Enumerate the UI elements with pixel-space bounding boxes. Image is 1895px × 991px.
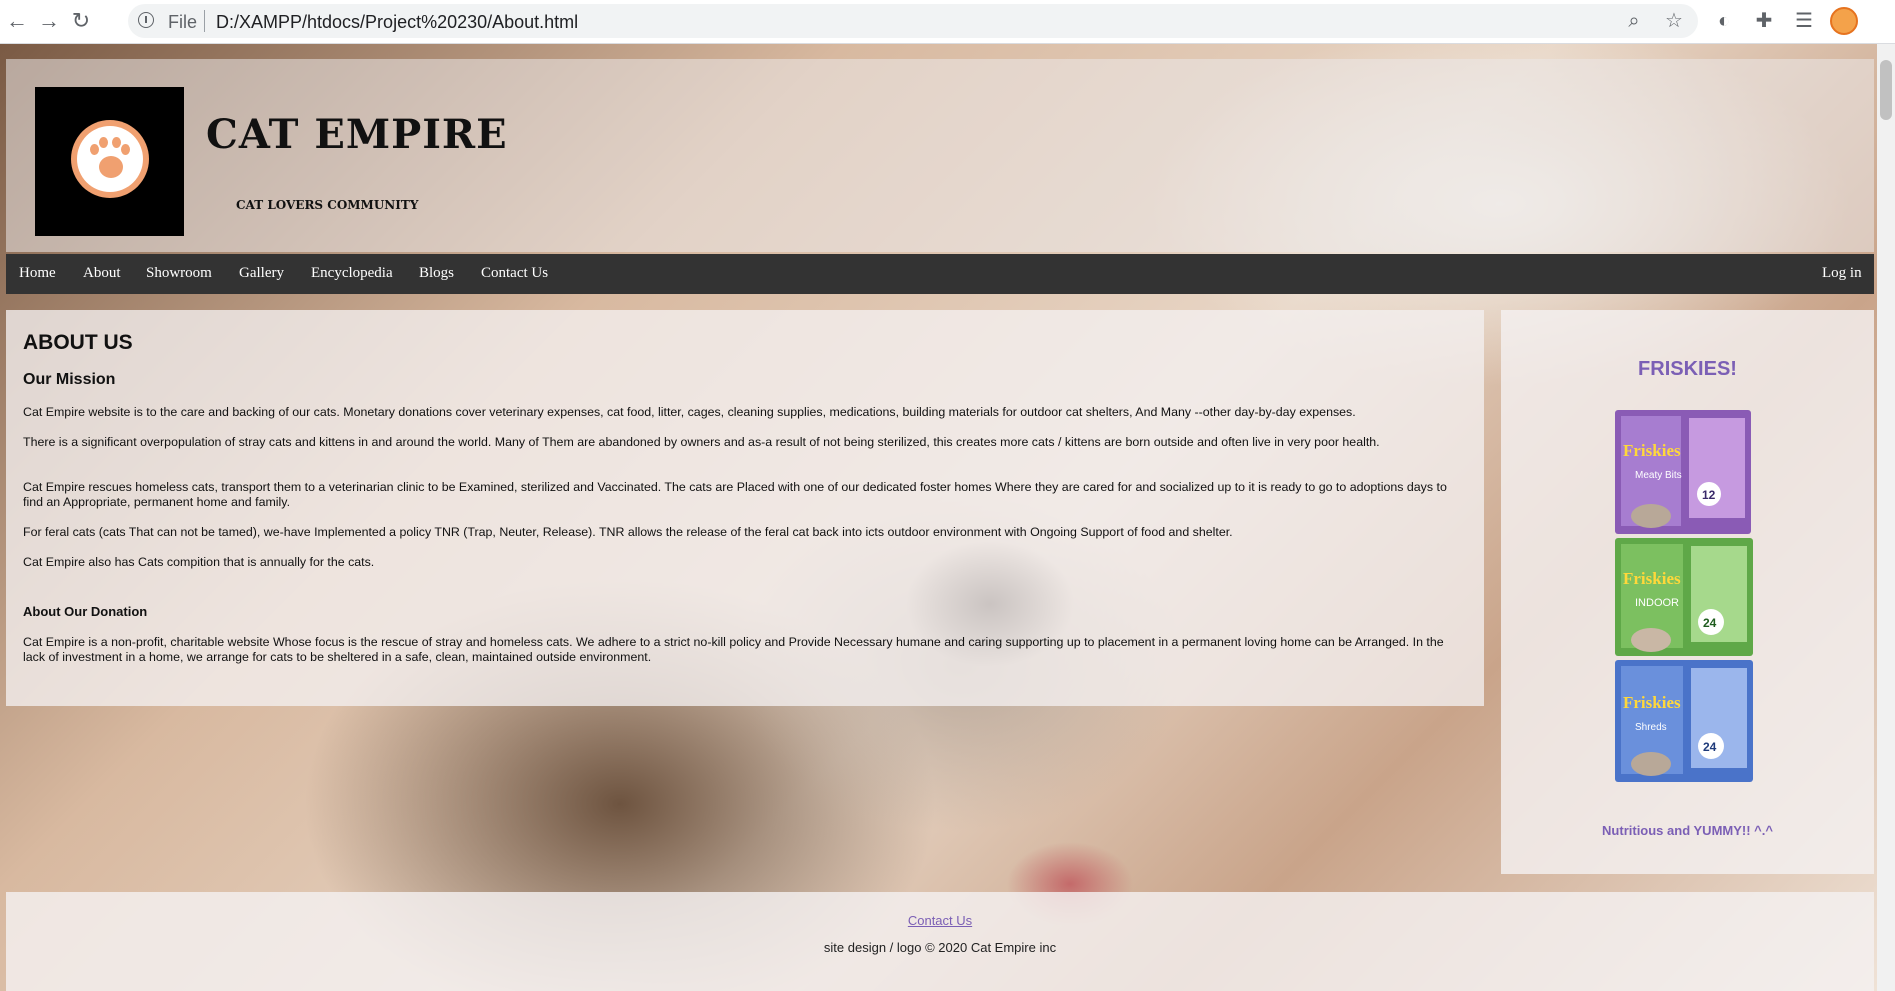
page-heading: ABOUT US bbox=[23, 331, 133, 354]
scheme-label: File bbox=[168, 12, 198, 32]
reload-icon[interactable]: ↻ bbox=[66, 6, 96, 36]
mission-paragraph: There is a significant overpopulation of… bbox=[23, 435, 1380, 449]
svg-text:24: 24 bbox=[1703, 616, 1717, 630]
nav-link-showroom[interactable]: Showroom bbox=[146, 265, 212, 282]
svg-text:Friskies: Friskies bbox=[1623, 693, 1681, 712]
nav-link-about[interactable]: About bbox=[83, 265, 121, 282]
nav-link-home[interactable]: Home bbox=[19, 265, 56, 282]
star-icon[interactable]: ☆ bbox=[1662, 9, 1686, 33]
svg-text:Friskies: Friskies bbox=[1623, 441, 1681, 460]
main-navigation: Home About Showroom Gallery Encyclopedia… bbox=[6, 254, 1874, 294]
nav-link-blogs[interactable]: Blogs bbox=[419, 265, 454, 282]
sidebar-title: FRISKIES! bbox=[1638, 358, 1737, 380]
mission-paragraph: For feral cats (cats That can not be tam… bbox=[23, 525, 1233, 539]
puzzle-icon[interactable]: ✚ bbox=[1752, 9, 1776, 33]
address-separator bbox=[204, 10, 205, 32]
mission-paragraph: Cat Empire rescues homeless cats, transp… bbox=[23, 480, 1447, 509]
arrow-right-icon[interactable]: → bbox=[34, 6, 64, 36]
svg-text:Meaty Bits: Meaty Bits bbox=[1635, 470, 1682, 481]
url-text[interactable]: D:/XAMPP/htdocs/Project%20230/About.html bbox=[216, 12, 578, 33]
page-scrollbar[interactable] bbox=[1877, 44, 1895, 991]
sidebar-ad: FRISKIES! Friskies Meaty Bits 12 Friskie… bbox=[1501, 310, 1874, 874]
zoom-icon[interactable]: ⌕ bbox=[1622, 9, 1646, 33]
paw-icon bbox=[71, 120, 149, 198]
site-footer: Contact Us site design / logo © 2020 Cat… bbox=[6, 892, 1874, 991]
site-title: CAT EMPIRE bbox=[206, 111, 508, 158]
mission-paragraph: Cat Empire also has Cats compition that … bbox=[23, 555, 375, 569]
svg-text:Friskies: Friskies bbox=[1623, 569, 1681, 588]
scrollbar-thumb[interactable] bbox=[1880, 60, 1892, 120]
mission-paragraph: Cat Empire website is to the care and ba… bbox=[23, 405, 1356, 419]
footer-contact-link[interactable]: Contact Us bbox=[6, 913, 1874, 928]
product-box-indoor: Friskies INDOOR 24 bbox=[1615, 538, 1753, 656]
product-box-shreds: Friskies Shreds 24 bbox=[1615, 660, 1753, 782]
svg-text:Shreds: Shreds bbox=[1635, 722, 1667, 733]
donation-heading: About Our Donation bbox=[23, 604, 148, 619]
svg-text:12: 12 bbox=[1702, 488, 1716, 502]
nav-link-contact-us[interactable]: Contact Us bbox=[481, 265, 548, 282]
site-tagline: CAT LOVERS COMMUNITY bbox=[236, 198, 419, 212]
page-viewport: CAT EMPIRE CAT LOVERS COMMUNITY Home Abo… bbox=[0, 44, 1877, 991]
arrow-left-icon[interactable]: ← bbox=[2, 6, 32, 36]
friskies-product-image: Friskies Meaty Bits 12 Friskies INDOOR 2… bbox=[1615, 410, 1753, 782]
browser-toolbar: ← → ↻ File D:/XAMPP/htdocs/Project%20230… bbox=[0, 0, 1895, 44]
address-bar[interactable]: File D:/XAMPP/htdocs/Project%20230/About… bbox=[128, 4, 1698, 38]
nav-link-gallery[interactable]: Gallery bbox=[239, 265, 284, 282]
info-icon[interactable] bbox=[138, 12, 154, 28]
login-link[interactable]: Log in bbox=[1822, 265, 1862, 282]
sidebar-caption: Nutritious and YUMMY!! ^.^ bbox=[1602, 823, 1773, 838]
site-logo[interactable] bbox=[35, 87, 184, 236]
product-box-meaty-bits: Friskies Meaty Bits 12 bbox=[1615, 410, 1751, 534]
about-content: ABOUT US Our Mission Cat Empire website … bbox=[6, 310, 1484, 706]
profile-avatar[interactable] bbox=[1830, 7, 1858, 35]
svg-text:24: 24 bbox=[1703, 740, 1717, 754]
reading-list-icon[interactable]: ☰ bbox=[1792, 9, 1816, 33]
nav-link-encyclopedia[interactable]: Encyclopedia bbox=[311, 265, 393, 282]
donation-paragraph: Cat Empire is a non-profit, charitable w… bbox=[23, 635, 1444, 664]
footer-copyright: site design / logo © 2020 Cat Empire inc bbox=[823, 940, 1057, 955]
mission-heading: Our Mission bbox=[23, 371, 116, 388]
svg-text:INDOOR: INDOOR bbox=[1635, 597, 1679, 609]
site-header: CAT EMPIRE CAT LOVERS COMMUNITY bbox=[6, 59, 1874, 252]
extension-circle-icon[interactable]: ◐ bbox=[1712, 9, 1736, 33]
